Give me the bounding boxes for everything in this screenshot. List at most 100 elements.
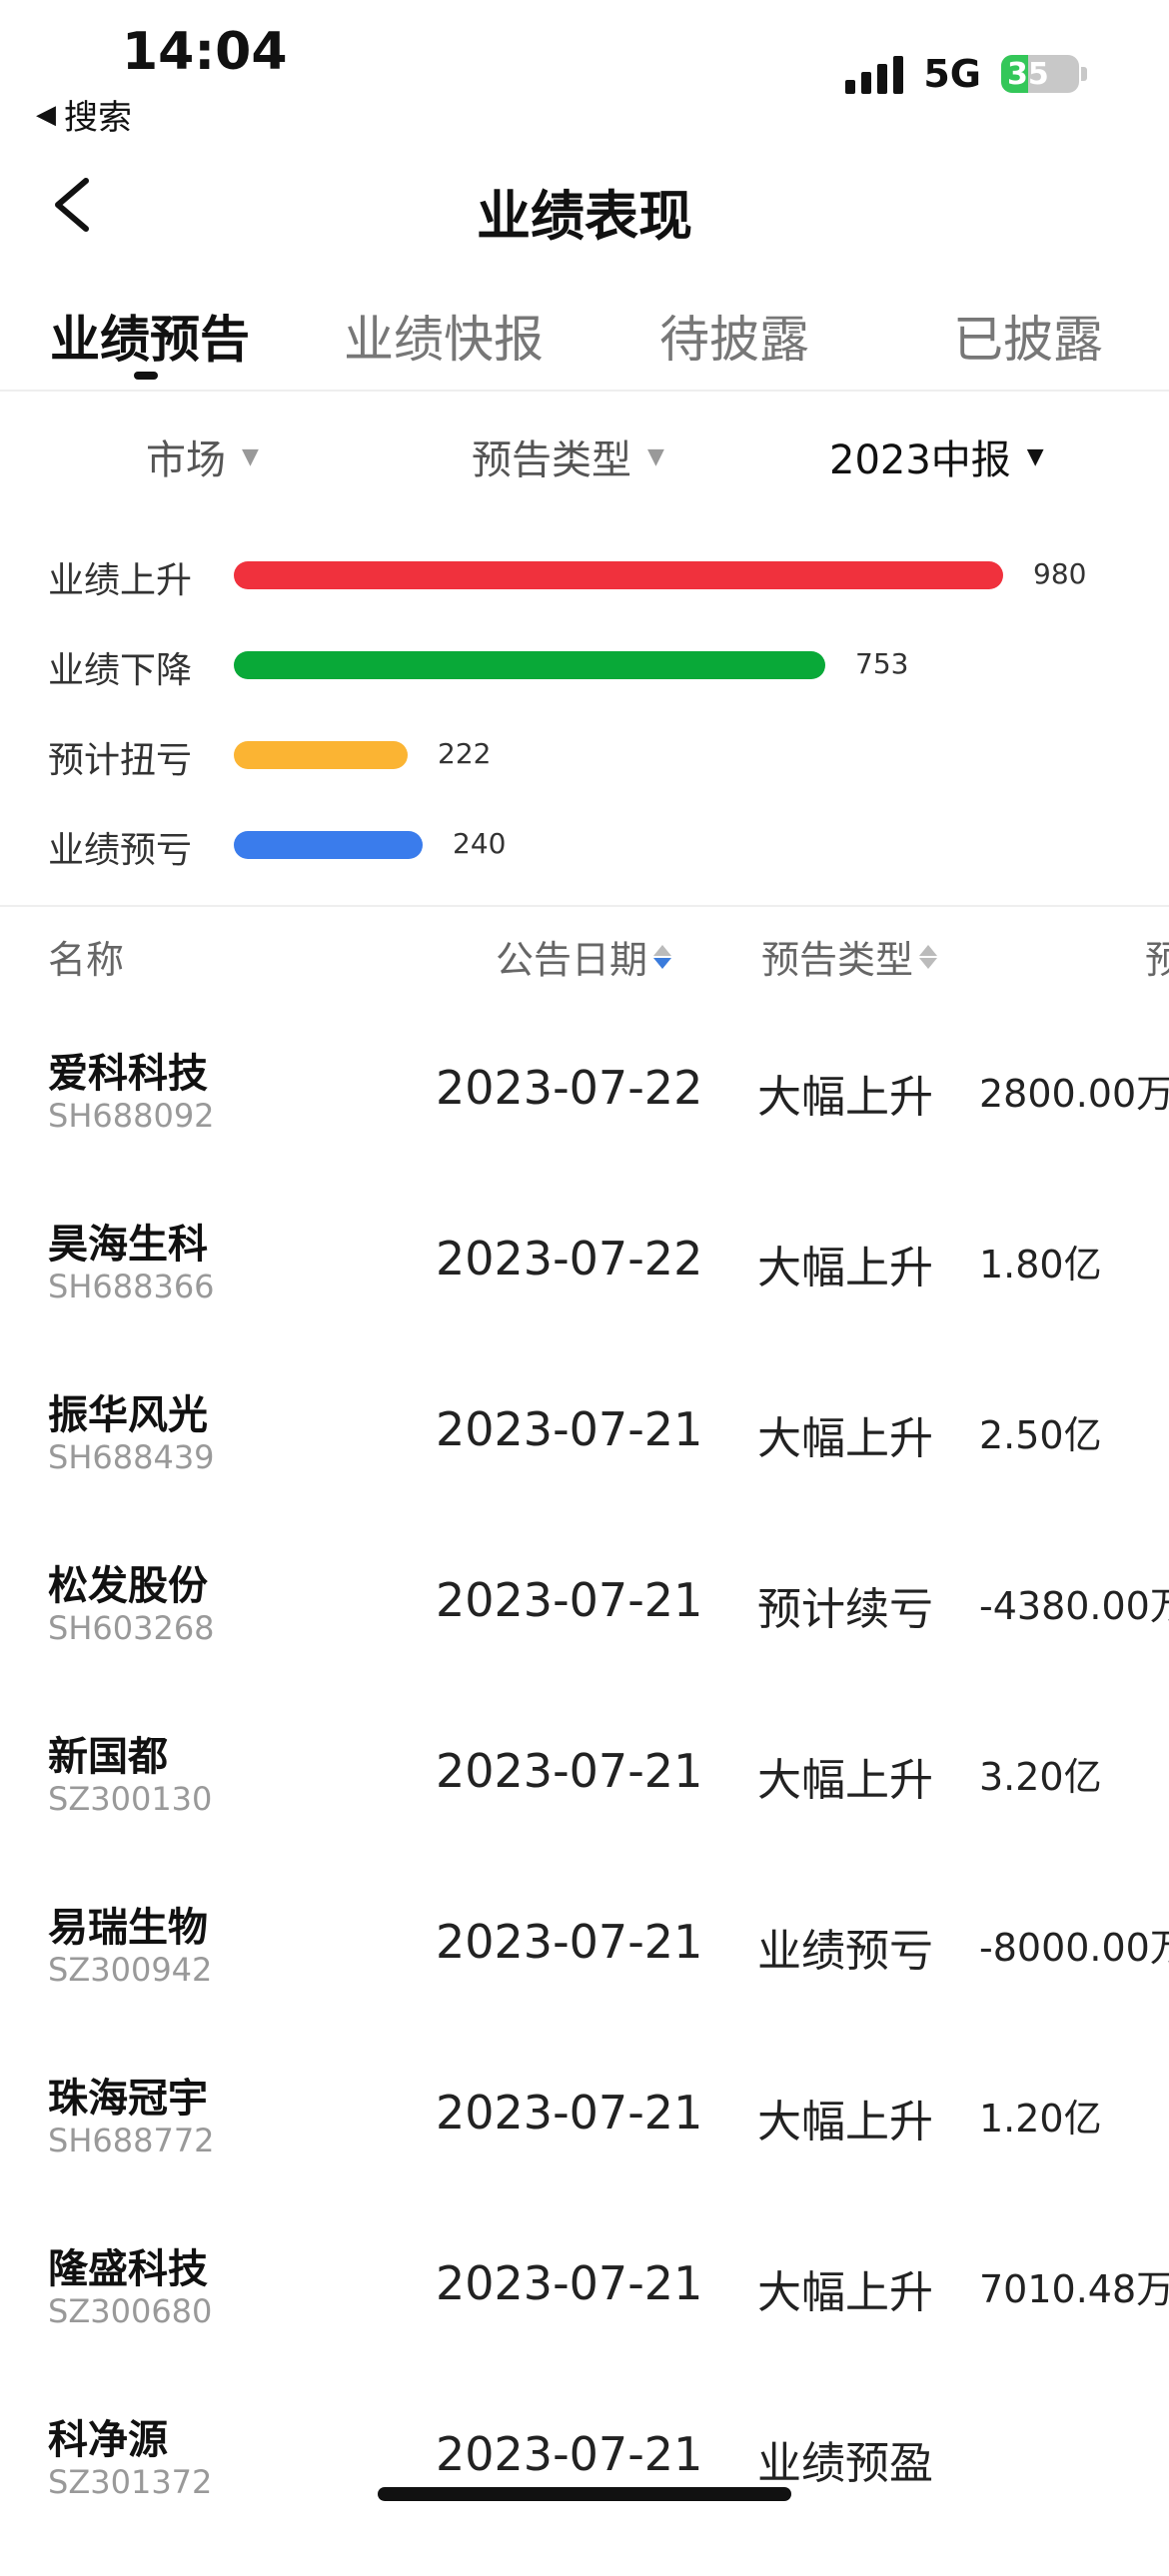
forecast-type: 大幅上升 <box>757 2267 933 2318</box>
column-value: 预 <box>1145 929 1169 984</box>
forecast-type: 预计续亏 <box>757 1584 933 1635</box>
column-type[interactable]: 预告类型 <box>761 929 938 984</box>
forecast-type: 大幅上升 <box>757 1072 933 1123</box>
tab-express[interactable]: 业绩快报 <box>344 300 544 372</box>
home-indicator <box>378 2487 791 2501</box>
announce-date: 2023-07-21 <box>436 1402 703 1456</box>
tab-pending[interactable]: 待披露 <box>659 300 809 372</box>
active-tab-indicator <box>134 372 158 380</box>
period-filter-label: 2023中报 <box>829 437 1011 483</box>
back-triangle-icon: ◀ <box>36 99 56 130</box>
forecast-value: 2.50亿 <box>979 1413 1102 1457</box>
forecast-type: 大幅上升 <box>757 1755 933 1806</box>
bar-value: 980 <box>1033 557 1087 590</box>
stock-name: 隆盛科技 <box>48 2246 208 2292</box>
network-type: 5G <box>923 52 981 96</box>
announce-date: 2023-07-21 <box>436 2086 703 2140</box>
bar-label: 业绩下降 <box>48 650 193 691</box>
forecast-value: -8000.00万- <box>979 1926 1169 1970</box>
bar-label: 预计扭亏 <box>48 740 193 781</box>
sort-icon <box>919 944 938 969</box>
forecast-type: 业绩预盈 <box>757 2438 933 2489</box>
forecast-value: 1.20亿 <box>979 2097 1102 2141</box>
status-time: 14:04 <box>122 22 288 82</box>
column-date-label: 公告日期 <box>496 938 648 982</box>
announce-date: 2023-07-21 <box>436 2256 703 2310</box>
announce-date: 2023-07-21 <box>436 1573 703 1627</box>
bar-value: 753 <box>855 647 909 680</box>
forecast-value: 1.80亿 <box>979 1243 1102 1287</box>
caret-down-icon: ▼ <box>647 443 664 469</box>
announce-date: 2023-07-22 <box>436 1232 703 1286</box>
table-row[interactable]: 珠海冠宇 SH688772 2023-07-21 大幅上升 1.20亿 <box>0 2064 1169 2234</box>
forecast-type: 大幅上升 <box>757 1413 933 1464</box>
tab-forecast[interactable]: 业绩预告 <box>50 300 250 372</box>
table-row[interactable]: 松发股份SH603268 2023-07-21 预计续亏 -4380.00万- <box>0 1551 1169 1722</box>
cellular-signal-icon <box>845 54 904 94</box>
table-row[interactable]: 爱科科技 SH688092 2023-07-22 大幅上升 2800.00万- <box>0 1039 1169 1210</box>
page-title: 业绩表现 <box>477 185 692 248</box>
column-value-label: 预 <box>1145 938 1169 982</box>
stock-code: SH688092 <box>48 1097 215 1135</box>
bar-value: 240 <box>453 827 507 860</box>
forecast-value: 7010.48万- <box>979 2267 1169 2311</box>
stock-code: SH688439 <box>48 1438 215 1476</box>
forecast-type: 大幅上升 <box>757 1243 933 1293</box>
forecast-value: 2800.00万- <box>979 1072 1169 1116</box>
stock-name: 珠海冠宇 <box>48 2076 208 2122</box>
forecast-value: -4380.00万- <box>979 1584 1169 1628</box>
battery-level: 35 <box>1007 56 1049 92</box>
stock-name: 振华风光 <box>48 1392 208 1438</box>
forecast-type-filter[interactable]: 预告类型 ▼ <box>472 428 664 485</box>
bar-label: 业绩预亏 <box>48 830 193 871</box>
tabs-divider <box>0 390 1169 392</box>
stock-code: SZ301372 <box>48 2463 213 2501</box>
stock-code: SH688366 <box>48 1268 215 1305</box>
table-row[interactable]: 易瑞生物SZ300942 2023-07-21 业绩预亏 -8000.00万- <box>0 1893 1169 2064</box>
summary-divider <box>0 905 1169 907</box>
announce-date: 2023-07-21 <box>436 2427 703 2481</box>
status-indicators: 5G 35 <box>845 52 1087 96</box>
stock-code: SZ300130 <box>48 1780 213 1818</box>
sort-icon <box>653 944 672 969</box>
stock-name: 松发股份 <box>48 1563 208 1609</box>
stock-code: SZ300942 <box>48 1951 213 1989</box>
stock-code: SH603268 <box>48 1609 215 1647</box>
bar-label: 业绩上升 <box>48 560 193 601</box>
stock-name: 易瑞生物 <box>48 1905 208 1951</box>
column-date[interactable]: 公告日期 <box>496 929 672 984</box>
caret-down-icon: ▼ <box>242 443 259 469</box>
stock-code: SH688772 <box>48 2122 215 2159</box>
table-row[interactable]: 昊海生科 SH688366 2023-07-22 大幅上升 1.80亿 <box>0 1210 1169 1380</box>
bar <box>234 561 1003 589</box>
stock-code: SZ300680 <box>48 2292 213 2330</box>
forecast-value: 3.20亿 <box>979 1755 1102 1799</box>
column-type-label: 预告类型 <box>761 938 914 982</box>
battery-icon: 35 <box>1001 55 1079 93</box>
forecast-type: 大幅上升 <box>757 2097 933 2147</box>
column-name: 名称 <box>48 929 124 984</box>
bar <box>234 831 423 859</box>
table-row[interactable]: 隆盛科技 SZ300680 2023-07-21 大幅上升 7010.48万- <box>0 2234 1169 2405</box>
back-to-search[interactable]: ◀ 搜索 <box>36 90 132 139</box>
stock-name: 爱科科技 <box>48 1051 208 1097</box>
table-row[interactable]: 振华风光 SH688439 2023-07-21 大幅上升 2.50亿 <box>0 1380 1169 1551</box>
market-filter-label: 市场 <box>146 437 226 483</box>
forecast-type-filter-label: 预告类型 <box>472 437 631 483</box>
tab-disclosed[interactable]: 已披露 <box>953 300 1103 372</box>
announce-date: 2023-07-21 <box>436 1915 703 1969</box>
table-row[interactable]: 新国都 SZ300130 2023-07-21 大幅上升 3.20亿 <box>0 1722 1169 1893</box>
back-to-search-label: 搜索 <box>64 98 132 138</box>
period-filter[interactable]: 2023中报 ▼ <box>829 428 1044 485</box>
stock-name: 新国都 <box>48 1734 168 1780</box>
bar <box>234 741 408 769</box>
stock-name: 科净源 <box>48 2417 168 2463</box>
announce-date: 2023-07-22 <box>436 1061 703 1115</box>
caret-down-icon: ▼ <box>1026 443 1044 469</box>
stock-name: 昊海生科 <box>48 1222 208 1268</box>
column-name-label: 名称 <box>48 938 125 982</box>
bar-value: 222 <box>438 737 492 770</box>
bar <box>234 651 825 679</box>
market-filter[interactable]: 市场 ▼ <box>146 428 259 485</box>
announce-date: 2023-07-21 <box>436 1744 703 1798</box>
